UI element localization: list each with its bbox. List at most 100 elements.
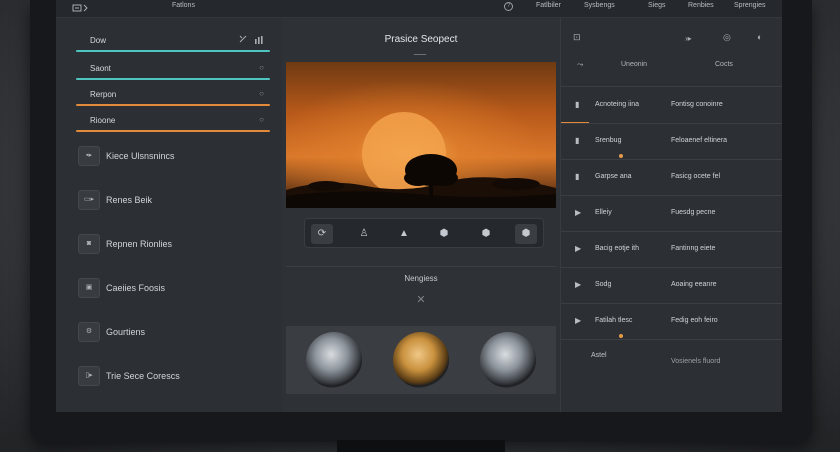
- row-label: Sodg: [595, 281, 612, 288]
- lock-icon[interactable]: ⊡: [573, 32, 581, 43]
- nav-item-6[interactable]: ▯▸ Trie Sece Corescs: [76, 366, 276, 388]
- film-icon: ▣: [78, 278, 100, 298]
- field-rerpon[interactable]: Rerpon ○: [76, 84, 270, 106]
- settings-icon[interactable]: ◎: [723, 32, 731, 43]
- forward-icon[interactable]: ›▸: [685, 34, 692, 43]
- footer-left: Astel: [591, 352, 607, 359]
- title-divider: [414, 54, 426, 55]
- person-icon[interactable]: ▲: [393, 224, 415, 244]
- row-3[interactable]: ▮ Garpse ana Fasicg ocete fel: [561, 160, 782, 196]
- row-4[interactable]: ▶ Elleiy Fuesdg pecne: [561, 196, 782, 232]
- play-icon[interactable]: ▶: [575, 280, 581, 289]
- nav-label: Repnen Rionlies: [106, 239, 173, 249]
- sub-title: Nengiess: [404, 274, 438, 283]
- field-underline: [76, 78, 270, 80]
- row-label: Bacig eotje ith: [595, 245, 639, 252]
- play-icon[interactable]: ▮: [575, 100, 579, 109]
- nav-item-1[interactable]: ▪▸ Kiece Ulsnsnincs: [76, 146, 276, 168]
- hexagon-alt-icon[interactable]: ⬢: [515, 224, 537, 244]
- field-rioone[interactable]: Rioone ○: [76, 110, 270, 132]
- window-title: Fatlons: [172, 2, 195, 9]
- nav-item-2[interactable]: ▭▸ Renes Beik: [76, 190, 276, 212]
- row-value: Aoaing eeanre: [671, 281, 717, 288]
- row-value: Feloaenef eltinera: [671, 137, 728, 144]
- row-7[interactable]: ▶ Fatilah tlesc Fedig eoh feiro: [561, 304, 782, 340]
- row-value: Fuesdg pecne: [671, 209, 716, 216]
- play-icon[interactable]: ▮: [575, 136, 579, 145]
- panel-title: Prasice Seopect: [384, 34, 458, 45]
- status-dot: [619, 154, 623, 158]
- chevron-icon[interactable]: [82, 3, 90, 15]
- field-label: Dow: [90, 36, 107, 45]
- tool-strip: ⟳ ♙ ▲ ⬢ ⬢ ⬢: [304, 218, 544, 248]
- row-1[interactable]: ▮ Acnoteing iina Fontisg conoinre: [561, 88, 782, 124]
- field-label: Saont: [90, 64, 111, 73]
- shield-icon[interactable]: ⬢: [433, 224, 455, 244]
- row-value: Fontisg conoinre: [671, 101, 723, 108]
- menu-item-2[interactable]: Sysbengs: [584, 2, 615, 9]
- right-knob[interactable]: [480, 332, 536, 388]
- nav-label: Caeiies Foosis: [106, 283, 166, 293]
- row-label: Acnoteing iina: [595, 101, 639, 108]
- play-icon[interactable]: ▶: [575, 244, 581, 253]
- header-left[interactable]: Uneonin: [621, 61, 647, 68]
- field-underline: [76, 104, 270, 106]
- row-5[interactable]: ▶ Bacig eotje ith Fantinng eiete: [561, 232, 782, 268]
- hexagon-icon[interactable]: ⬢: [475, 224, 497, 244]
- circle-icon: ○: [259, 89, 264, 98]
- status-dot: [619, 334, 623, 338]
- nav-item-4[interactable]: ▣ Caeiies Foosis: [76, 278, 276, 300]
- center-knob[interactable]: [393, 332, 449, 388]
- row-6[interactable]: ▶ Sodg Aoaing eeanre: [561, 268, 782, 304]
- menu-item-3[interactable]: Siegs: [648, 2, 666, 9]
- footer-right: Vosienels fluord: [671, 358, 721, 365]
- play-icon[interactable]: ▶: [575, 208, 581, 217]
- close-icon[interactable]: ✕: [282, 293, 560, 306]
- row-value: Fedig eoh feiro: [671, 317, 718, 324]
- row-label: Fatilah tlesc: [595, 317, 633, 324]
- row-label: Elleiy: [595, 209, 612, 216]
- nav-label: Renes Beik: [106, 195, 153, 205]
- row-label: Srenbug: [595, 137, 622, 144]
- contrast-icon[interactable]: ◐: [757, 32, 762, 42]
- nav-item-5[interactable]: ⚙ Gourtiens: [76, 322, 276, 344]
- home-icon[interactable]: [72, 3, 82, 15]
- field-underline: [76, 130, 270, 132]
- header-divider: [561, 86, 782, 87]
- refresh-icon[interactable]: ⟳: [311, 224, 333, 244]
- play-icon[interactable]: ▶: [575, 316, 581, 325]
- row-value: Fasicg ocete fel: [671, 173, 721, 180]
- frame-icon: ▯▸: [78, 366, 100, 386]
- help-icon[interactable]: ?: [504, 2, 513, 11]
- nav-label: Kiece Ulsnsnincs: [106, 151, 175, 161]
- edit-icon[interactable]: [238, 34, 248, 46]
- monitor-stand: [337, 440, 505, 452]
- header-right[interactable]: Cocts: [715, 61, 733, 68]
- row-value: Fantinng eiete: [671, 245, 716, 252]
- circle-icon: ○: [259, 63, 264, 72]
- field-saont[interactable]: Saont ○: [76, 58, 270, 80]
- nav-label: Trie Sece Corescs: [106, 371, 180, 381]
- pin-icon[interactable]: ⤳: [577, 60, 583, 70]
- gear-icon: ⚙: [78, 322, 100, 342]
- field-underline: [76, 50, 270, 52]
- top-bar: Fatlons ? Fatlbiler Sysbengs Siegs Renbi…: [56, 0, 782, 18]
- bar-chart-icon[interactable]: [254, 35, 264, 47]
- menu-item-5[interactable]: Sprengies: [734, 2, 766, 9]
- field-dow[interactable]: Dow: [76, 30, 270, 52]
- left-knob[interactable]: [306, 332, 362, 388]
- row-2[interactable]: ▮ Srenbug Feloaenef eltinera: [561, 124, 782, 160]
- field-label: Rerpon: [90, 90, 117, 99]
- play-icon[interactable]: ▮: [575, 172, 579, 181]
- nav-item-3[interactable]: ◙ Repnen Rionlies: [76, 234, 276, 256]
- app-screen: Fatlons ? Fatlbiler Sysbengs Siegs Renbi…: [56, 0, 782, 412]
- sunset-photo[interactable]: [286, 62, 556, 208]
- hat-icon[interactable]: ♙: [353, 224, 375, 244]
- row-label: Garpse ana: [595, 173, 632, 180]
- menu-item-1[interactable]: Fatlbiler: [536, 2, 561, 9]
- menu-item-4[interactable]: Renbies: [688, 2, 714, 9]
- circle-icon: ○: [259, 115, 264, 124]
- divider: [286, 266, 556, 267]
- nav-label: Gourtiens: [106, 327, 146, 337]
- right-panel: ⊡ ›▸ ◎ ◐ ⤳ Uneonin Cocts ▮ Acnoteing iin…: [560, 18, 782, 412]
